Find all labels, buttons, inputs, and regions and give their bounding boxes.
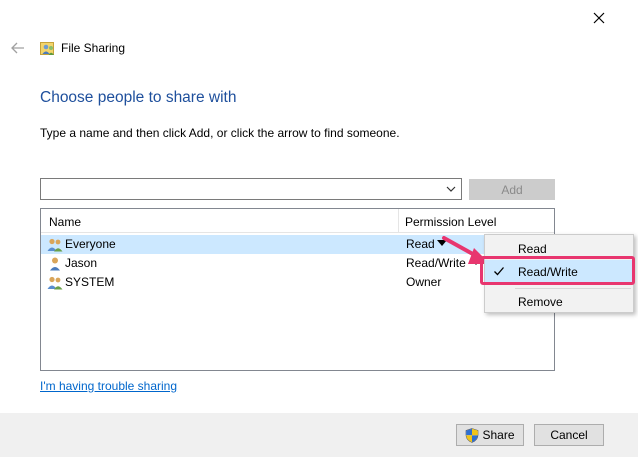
add-button[interactable]: Add [469, 179, 555, 200]
back-arrow-icon [11, 42, 24, 54]
page-heading: Choose people to share with [40, 89, 237, 106]
list-row-system[interactable]: SYSTEM Owner [41, 273, 554, 292]
name-input[interactable] [43, 180, 439, 198]
menu-item-remove[interactable]: Remove [485, 290, 633, 312]
share-button-label: Share [482, 428, 515, 442]
combobox-dropdown-button[interactable] [442, 180, 460, 198]
file-sharing-icon [40, 42, 54, 55]
instructions-text: Type a name and then click Add, or click… [40, 126, 400, 140]
menu-item-label: Remove [518, 295, 563, 309]
share-button[interactable]: Share [456, 424, 524, 446]
menu-item-label: Read [518, 242, 547, 256]
column-divider[interactable] [398, 209, 399, 233]
row-permission[interactable]: Read [406, 237, 435, 251]
column-header-permission[interactable]: Permission Level [405, 215, 496, 229]
menu-separator [515, 288, 631, 289]
row-permission: Owner [406, 275, 442, 289]
close-icon [593, 12, 605, 24]
row-name: SYSTEM [65, 275, 115, 289]
group-icon [47, 276, 63, 290]
uac-shield-icon [466, 427, 479, 443]
column-header-name[interactable]: Name [49, 215, 81, 229]
cancel-button[interactable]: Cancel [534, 424, 604, 446]
list-header: Name Permission Level [41, 209, 554, 233]
window-title: File Sharing [61, 41, 126, 55]
chevron-down-icon [446, 186, 456, 192]
group-icon [47, 238, 63, 252]
row-name: Everyone [65, 237, 116, 251]
back-button[interactable] [8, 38, 28, 58]
annotation-highlight [480, 256, 635, 285]
user-icon [50, 257, 60, 271]
trouble-sharing-link[interactable]: I'm having trouble sharing [40, 379, 177, 393]
file-sharing-dialog: File Sharing Choose people to share with… [0, 0, 638, 457]
close-button[interactable] [588, 8, 610, 28]
row-name: Jason [65, 256, 98, 270]
name-combobox[interactable] [40, 178, 462, 200]
